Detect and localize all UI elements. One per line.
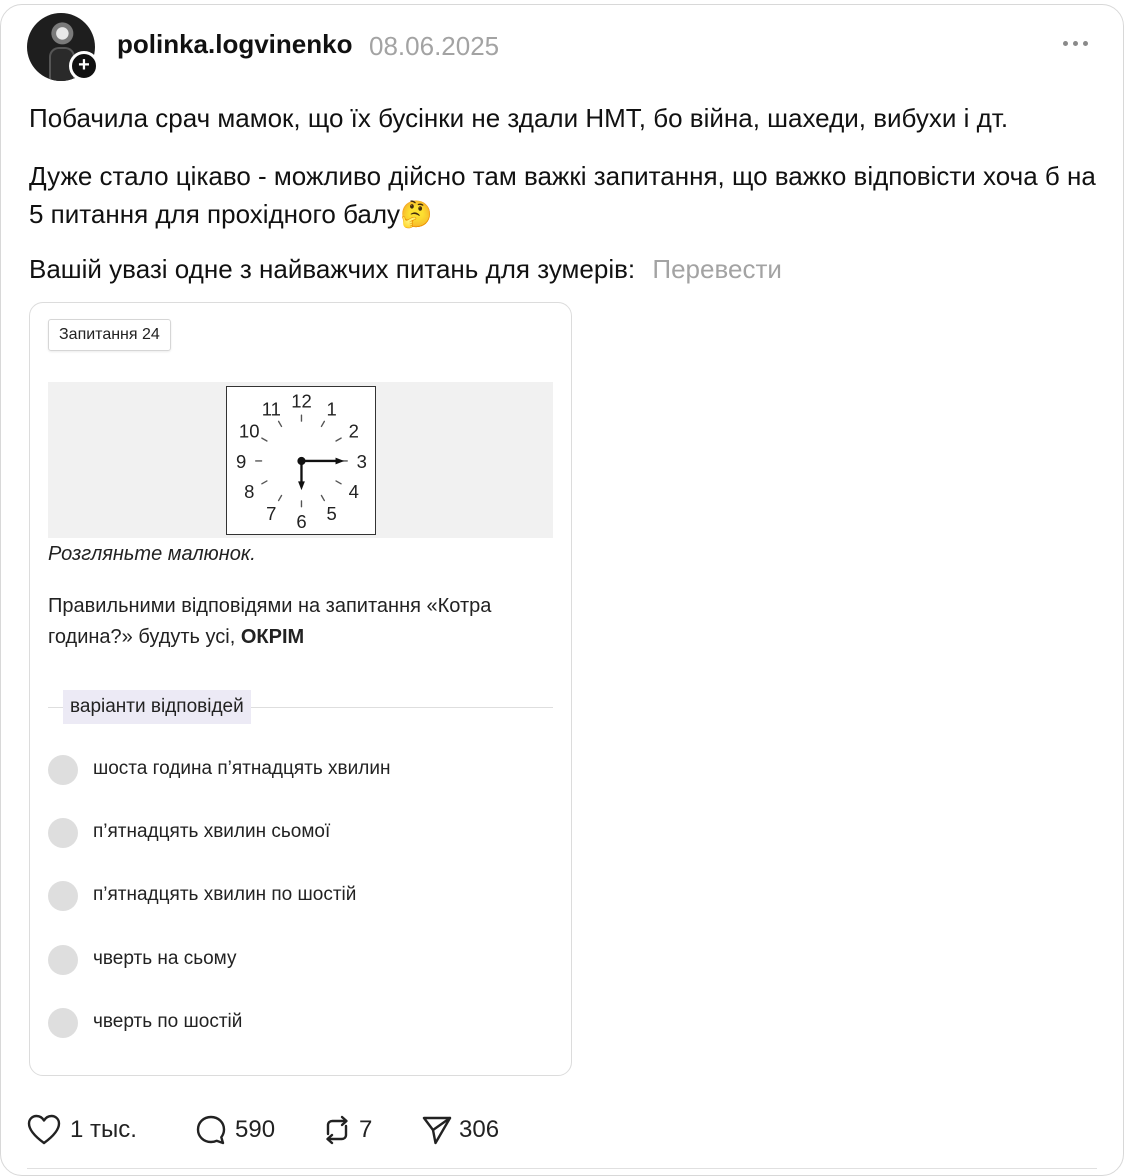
clock-illustration: 12 1 2 3 4 5 6 7 8 9 10 11 xyxy=(226,386,376,535)
post-paragraph-3-text: Вашій увазі одне з найважчих питань для … xyxy=(29,254,636,284)
question-emphasis: ОКРІМ xyxy=(240,626,305,648)
divider xyxy=(27,1168,1097,1169)
post-paragraph-2: Дуже стало цікаво - можливо дійсно там в… xyxy=(29,161,1096,229)
heart-icon xyxy=(27,1114,61,1145)
follow-plus-icon[interactable]: + xyxy=(69,51,99,81)
clock-numeral: 1 xyxy=(327,399,337,420)
clock-numeral: 9 xyxy=(236,451,246,472)
clock-numeral: 8 xyxy=(244,481,254,502)
minute-hand-tip xyxy=(335,457,345,465)
radio-button[interactable] xyxy=(48,818,78,848)
likes-count: 1 тыс. xyxy=(70,1116,137,1143)
clock-numeral: 10 xyxy=(239,421,260,442)
post-paragraph-1: Побачила срач мамок, що їх бусінки не зд… xyxy=(29,103,1009,133)
translate-link[interactable]: Перевести xyxy=(652,254,781,284)
radio-button[interactable] xyxy=(48,945,78,975)
clock-numeral: 4 xyxy=(349,481,359,502)
avatar[interactable]: + xyxy=(27,13,99,83)
send-icon xyxy=(422,1116,452,1145)
clock-numeral: 6 xyxy=(296,511,306,532)
answer-option-label: п’ятнадцять хвилин сьомої xyxy=(93,821,331,842)
answer-variants-header: варіанти відповідей xyxy=(48,685,553,725)
clock-tick xyxy=(261,480,268,485)
answer-option-label: п’ятнадцять хвилин по шостій xyxy=(93,884,357,905)
question-number-tag: Запитання 24 xyxy=(48,319,171,351)
image-caption: Розгляньте малюнок. xyxy=(48,543,256,565)
comment-bubble-icon xyxy=(196,1115,226,1145)
clock-tick xyxy=(261,437,268,442)
clock-tick xyxy=(335,480,342,485)
clock-numeral: 12 xyxy=(291,390,312,411)
clock-image-area: 12 1 2 3 4 5 6 7 8 9 10 11 xyxy=(48,382,553,538)
clock-numeral: 2 xyxy=(349,421,359,442)
comment-button[interactable]: 590 xyxy=(195,1110,295,1150)
shares-count: 306 xyxy=(459,1116,500,1143)
attached-image[interactable]: Запитання 24 12 1 2 3 4 5 6 7 8 9 10 11 Розгляньте … xyxy=(29,302,572,1076)
answer-option-label: чверть на сьому xyxy=(93,948,237,969)
more-options-icon[interactable] xyxy=(1059,27,1093,57)
post-paragraph-3: Вашій увазі одне з найважчих питань для … xyxy=(29,250,782,288)
clock-center xyxy=(297,456,306,466)
radio-button[interactable] xyxy=(48,881,78,911)
clock-numeral: 5 xyxy=(327,503,337,524)
clock-tick xyxy=(277,420,283,428)
radio-button[interactable] xyxy=(48,755,78,785)
hour-hand-tip xyxy=(298,481,305,491)
clock-face: 12 12 3 45678 9 1011 xyxy=(236,390,367,532)
clock-tick xyxy=(277,494,283,502)
question-text: Правильними відповідями на запитання «Ко… xyxy=(48,591,548,653)
like-button[interactable]: 1 тыс. xyxy=(27,1110,147,1150)
answer-option-label: шоста година п’ятнадцять хвилин xyxy=(93,758,391,779)
answer-option-label: чверть по шостій xyxy=(93,1011,243,1032)
comments-count: 590 xyxy=(235,1116,276,1143)
post-date[interactable]: 08.06.2025 xyxy=(369,31,499,62)
clock-tick xyxy=(320,420,326,428)
repost-button[interactable]: 7 xyxy=(321,1110,391,1150)
post-actions-bar: 1 тыс. 590 7 306 xyxy=(27,1110,547,1150)
share-button[interactable]: 306 xyxy=(421,1110,521,1150)
radio-button[interactable] xyxy=(48,1008,78,1038)
clock-numeral: 11 xyxy=(262,399,281,420)
reposts-count: 7 xyxy=(359,1116,373,1143)
clock-numeral: 3 xyxy=(357,451,367,472)
variants-label: варіанти відповідей xyxy=(63,690,251,724)
clock-tick xyxy=(320,494,326,502)
post-card: + polinka.logvinenko 08.06.2025 Побачила… xyxy=(0,4,1124,1176)
clock-tick xyxy=(335,437,342,442)
username[interactable]: polinka.logvinenko xyxy=(117,29,352,60)
clock-numeral: 7 xyxy=(266,503,276,524)
repost-icon xyxy=(326,1115,348,1145)
